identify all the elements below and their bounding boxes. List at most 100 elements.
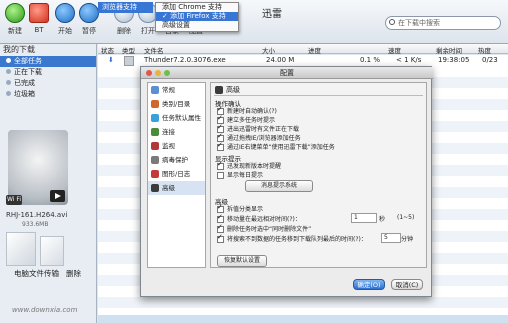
- list-header: 状态 类型 文件名 大小 进度 速度 剩余时间 热度: [98, 44, 508, 55]
- pause-icon: [79, 3, 99, 23]
- search-icon: [389, 19, 395, 25]
- cancel-button[interactable]: 取消(C): [391, 279, 423, 290]
- option-row[interactable]: 迅发现新版本时提醒: [217, 160, 281, 170]
- col-remaining[interactable]: 剩余时间: [436, 45, 462, 55]
- zoom-icon[interactable]: [164, 70, 170, 76]
- browser-support-submenu: 添加 Chrome 支持 ✓ 添加 Firefox 支持 高级设置: [155, 2, 239, 32]
- play-icon: [55, 3, 75, 23]
- bt-button[interactable]: BT: [28, 3, 50, 43]
- bullet-icon: [6, 58, 11, 63]
- start-button[interactable]: 开始: [54, 3, 76, 43]
- config-dialog: 配置 常规 类别/目录 任务默认属性 连接 监视 病毒保护 图形/日志 高级 高…: [140, 66, 433, 297]
- option-row[interactable]: 建立多任务时提示: [217, 114, 275, 124]
- nav-task-defaults[interactable]: 任务默认属性: [148, 111, 205, 125]
- category-icon: [151, 100, 159, 108]
- seconds-stepper[interactable]: 1: [351, 213, 377, 223]
- device-icon: [40, 236, 64, 266]
- status-strip: [98, 315, 508, 323]
- watermark: www.downxia.com: [12, 306, 78, 314]
- option-row[interactable]: 删除任务时选中“同时删除文件”: [217, 223, 311, 233]
- panel-title: 高级: [215, 85, 240, 95]
- search-input[interactable]: 在下载中搜索: [385, 16, 501, 30]
- play-icon[interactable]: [50, 190, 65, 202]
- file-type-icon: [124, 56, 134, 66]
- task-filename: Thunder7.2.0.3076.exe: [144, 56, 226, 64]
- col-heat[interactable]: 热度: [478, 45, 491, 55]
- bullet-icon: [6, 91, 11, 96]
- connection-icon: [151, 128, 159, 136]
- config-nav: 常规 类别/目录 任务默认属性 连接 监视 病毒保护 图形/日志 高级: [147, 82, 206, 268]
- new-task-button[interactable]: 新建: [4, 3, 26, 43]
- col-status[interactable]: 状态: [101, 45, 114, 55]
- ok-button[interactable]: 确定(O): [353, 279, 385, 290]
- checkbox[interactable]: [217, 223, 224, 233]
- plus-icon: [5, 3, 25, 23]
- nav-advanced[interactable]: 高级: [148, 181, 205, 195]
- nav-monitor[interactable]: 监视: [148, 139, 205, 153]
- minimize-icon[interactable]: [155, 70, 161, 76]
- unit-label: 分钟: [401, 236, 414, 243]
- nav-graphics-log[interactable]: 图形/日志: [148, 167, 205, 181]
- checkbox[interactable]: [217, 203, 224, 213]
- config-panel: 高级 操作确认 新建时自动确认(?) 建立多任务时提示 进出迅雷时有文件正在下载…: [210, 82, 427, 268]
- pc-file-transfer-link[interactable]: 电脑文件传输: [14, 268, 59, 279]
- col-filename[interactable]: 文件名: [144, 45, 164, 55]
- checkbox[interactable]: [217, 233, 224, 243]
- option-row[interactable]: 将搜索不到数据的任务移到下载队列最后的时间(?)：: [217, 233, 367, 243]
- task-speed: < 1 K/s: [396, 56, 422, 64]
- dialog-titlebar: 配置: [141, 67, 433, 79]
- advanced-icon: [151, 184, 159, 192]
- add-firefox-support-item[interactable]: ✓ 添加 Firefox 支持: [156, 12, 238, 21]
- advanced-settings-item[interactable]: 高级设置: [156, 21, 238, 30]
- checkbox[interactable]: [217, 172, 224, 179]
- sidebar-item-completed[interactable]: 已完成: [0, 78, 96, 89]
- task-remaining: 19:38:05: [438, 56, 470, 64]
- divider: [214, 95, 423, 96]
- task-size: 24.00 M: [266, 56, 295, 64]
- nav-general[interactable]: 常规: [148, 83, 205, 97]
- browser-support-menu[interactable]: 浏览器支持: [98, 2, 153, 13]
- bullet-icon: [6, 80, 11, 85]
- unit-label: 秒: [379, 216, 386, 223]
- sidebar-delete-link[interactable]: 删除: [66, 268, 81, 279]
- shield-icon: [151, 156, 159, 164]
- sidebar-item-all-tasks[interactable]: 全部任务: [0, 56, 96, 67]
- option-row[interactable]: 进出迅雷时有文件正在下载: [217, 123, 299, 133]
- add-chrome-support-item[interactable]: 添加 Chrome 支持: [156, 3, 238, 12]
- table-row[interactable]: ⬇ Thunder7.2.0.3076.exe 24.00 M 0.1 % < …: [98, 55, 508, 66]
- option-row[interactable]: 通过IE右键菜单“使用迅雷下载”添加任务: [217, 141, 335, 151]
- pause-button[interactable]: 暂停: [78, 3, 100, 43]
- checkbox[interactable]: [217, 141, 224, 151]
- col-progress[interactable]: 进度: [308, 45, 321, 55]
- sidebar-item-trash[interactable]: 垃圾箱: [0, 89, 96, 100]
- task-progress: 0.1 %: [360, 56, 381, 64]
- file-size: 933.6MB: [22, 221, 49, 228]
- option-row[interactable]: 新建时自动确认(?): [217, 105, 277, 115]
- app-title: 迅雷: [262, 9, 282, 20]
- dialog-title: 配置: [280, 69, 294, 77]
- col-speed[interactable]: 速度: [388, 45, 401, 55]
- nav-virus-protection[interactable]: 病毒保护: [148, 153, 205, 167]
- sidebar-item-downloading[interactable]: 正在下载: [0, 67, 96, 78]
- checkbox[interactable]: [217, 213, 224, 223]
- graph-icon: [151, 170, 159, 178]
- option-row[interactable]: 通过拖拽IE/浏览器添加任务: [217, 132, 301, 142]
- general-icon: [151, 86, 159, 94]
- monitor-icon: [151, 142, 159, 150]
- range-label: (1~5): [397, 214, 415, 221]
- option-row[interactable]: 移动量在最远相对时间(?)：: [217, 213, 301, 223]
- option-row[interactable]: 拆值分类显示: [217, 203, 263, 213]
- advanced-icon: [215, 86, 223, 94]
- restore-defaults-button[interactable]: 恢复默认设置: [217, 255, 267, 267]
- nav-connection[interactable]: 连接: [148, 125, 205, 139]
- checkbox[interactable]: [217, 160, 224, 170]
- minutes-stepper[interactable]: 5: [381, 233, 401, 243]
- option-row[interactable]: 显示每日提示: [217, 170, 263, 179]
- download-arrow-icon: ⬇: [108, 56, 114, 64]
- task-heat: 0/23: [482, 56, 498, 64]
- message-hint-button[interactable]: 消息提示系统: [245, 180, 313, 192]
- col-size[interactable]: 大小: [262, 45, 275, 55]
- nav-category[interactable]: 类别/目录: [148, 97, 205, 111]
- col-type[interactable]: 类型: [122, 45, 135, 55]
- close-icon[interactable]: [146, 70, 152, 76]
